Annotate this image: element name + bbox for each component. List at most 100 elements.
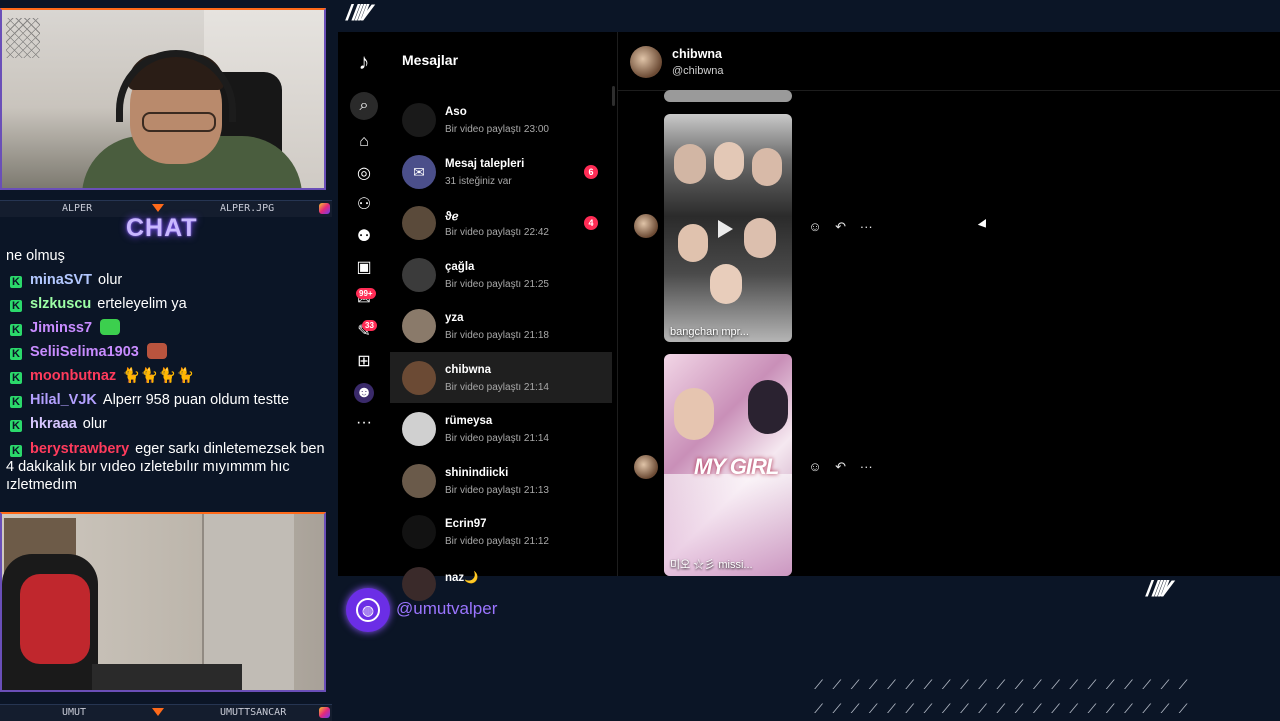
- more-icon[interactable]: ···: [354, 413, 374, 433]
- avatar[interactable]: [630, 46, 662, 78]
- chat-message: KminaSVT olur: [6, 268, 328, 292]
- conversation-preview: Bir video paylaştı 23:00: [445, 124, 549, 135]
- video-caption: bangchan mpr...: [670, 326, 749, 338]
- conversation-item[interactable]: çağla Bir video paylaştı 21:25: [390, 249, 612, 300]
- chat-message: Kberystrawbery eger sarkı dinletemezsek b…: [6, 436, 328, 494]
- more-icon[interactable]: ···: [855, 459, 877, 474]
- avatar: [402, 257, 436, 292]
- kick-badge-icon: K: [10, 372, 22, 384]
- scrollbar[interactable]: [612, 86, 615, 106]
- kick-badge-icon: K: [10, 348, 22, 360]
- thread-name[interactable]: chibwna: [672, 47, 722, 61]
- conversation-item[interactable]: shinindiicki Bir video paylaştı 21:13: [390, 455, 612, 506]
- conversation-preview: Bir video paylaştı 21:25: [445, 278, 549, 290]
- conversation-preview: Bir video paylaştı 22:42: [445, 227, 549, 238]
- more-icon[interactable]: ···: [855, 219, 877, 234]
- kick-badge-icon: K: [10, 324, 22, 336]
- conversation-item[interactable]: rümeysa Bir video paylaştı 21:14: [390, 403, 612, 454]
- conversation-item[interactable]: ϑℯ Bir video paylaştı 22:42 4: [390, 197, 612, 248]
- react-icon[interactable]: ☺: [804, 219, 826, 234]
- social-handle-text: @umutvalper: [396, 599, 498, 618]
- conversation-list: Mesajlar Aso Bir video paylaştı 23:00 ✉ Mes…: [390, 32, 612, 601]
- video-card[interactable]: bangchan mpr...: [664, 114, 792, 342]
- video-caption: 미오 ☆彡 missi...: [670, 559, 753, 571]
- search-icon[interactable]: ⌕: [350, 92, 378, 120]
- conversation-item[interactable]: chibwna Bir video paylaştı 21:14: [390, 351, 612, 403]
- instagram-icon: [319, 203, 330, 214]
- chat-username[interactable]: Jiminss7: [30, 320, 92, 336]
- conversation-name: shinindiicki: [445, 466, 509, 479]
- chat-text: 🐈🐈🐈🐈: [122, 368, 195, 384]
- tiktok-messages-window: ♪ ⌕ ⌂ ◎ ⚇ ⚉ ▣ ✉ 99+ ✎ 33 ⊞ ☻ ··· Mesajla…: [338, 32, 1280, 601]
- conversation-name: yza: [445, 312, 464, 324]
- chat-message: K Hilal_VJK Alperr 958 puan oldum testte: [6, 388, 328, 412]
- play-icon: [718, 220, 733, 238]
- video-card-partial[interactable]: [664, 90, 792, 102]
- messages-header: Mesajlar: [402, 52, 459, 68]
- thread-handle: @chibwna: [672, 65, 724, 77]
- home-icon[interactable]: ⌂: [354, 132, 374, 152]
- chat-username[interactable]: minaSVT: [30, 272, 92, 288]
- cam-bottom-name-left: UMUT: [62, 707, 87, 718]
- conversation-item[interactable]: yza Bir video paylaştı 21:18: [390, 300, 612, 351]
- unread-badge: 6: [584, 164, 598, 179]
- slash-decoration-icon: / ////⁄⁄⁄: [1146, 576, 1170, 601]
- chat-title: CHAT: [126, 214, 198, 242]
- chat-username[interactable]: berystrawbery: [30, 441, 129, 457]
- conversation-item[interactable]: Ecrin97 Bir video paylaştı 21:12: [390, 506, 612, 557]
- thread-header: chibwna @chibwna: [618, 32, 1280, 91]
- conversation-preview: Bir video paylaştı 21:12: [445, 536, 549, 547]
- avatar: [402, 206, 436, 240]
- avatar: [634, 455, 658, 479]
- chat-message: Kslzkuscu erteleyelim ya: [6, 292, 328, 316]
- kick-badge-icon: K: [10, 300, 22, 312]
- messages-badge: 33: [362, 320, 377, 331]
- conversation-preview: Bir video paylaştı 21:14: [445, 381, 549, 393]
- conversation-name: Mesaj talepleri: [445, 157, 525, 170]
- chat-username[interactable]: SeliiSelima1903: [30, 344, 139, 360]
- chat-username[interactable]: slzkuscu: [30, 296, 91, 312]
- react-icon[interactable]: ☺: [804, 459, 826, 474]
- chat-text: Alperr 958 puan oldum testte: [102, 392, 290, 408]
- streamer-webcam-top: [0, 8, 326, 190]
- conversation-item[interactable]: ✉ Mesaj talepleri 31 isteğiniz var 6: [390, 146, 612, 197]
- live-icon[interactable]: ▣: [354, 258, 374, 278]
- avatar: [634, 214, 658, 238]
- chat-text: erteleyelim ya: [97, 296, 187, 312]
- emote-icon: [100, 319, 121, 335]
- chat-username[interactable]: hkraaa: [30, 416, 77, 432]
- kick-badge-icon: K: [10, 396, 22, 408]
- dash-pattern-decoration: ⁄ ⁄ ⁄ ⁄ ⁄ ⁄ ⁄ ⁄ ⁄ ⁄ ⁄ ⁄ ⁄ ⁄ ⁄ ⁄ ⁄ ⁄ ⁄ ⁄ …: [818, 676, 1191, 692]
- video-card[interactable]: MY GIRL 미오 ☆彡 missi...: [664, 354, 792, 576]
- chat-text: ne olmuş: [6, 248, 65, 264]
- chat-username[interactable]: Hilal_VJK: [30, 392, 97, 408]
- conversation-item[interactable]: Aso Bir video paylaştı 23:00: [390, 94, 612, 145]
- kick-badge-icon: K: [10, 276, 22, 288]
- kick-badge-icon: K: [10, 445, 22, 457]
- conversation-preview: Bir video paylaştı 21:18: [445, 330, 549, 341]
- avatar: [402, 463, 436, 498]
- chat-message: K SeliiSelima1903: [6, 340, 328, 364]
- streamer-webcam-bottom: [0, 512, 326, 692]
- friends-icon[interactable]: ⚉: [354, 227, 374, 247]
- chat-text: olur: [98, 272, 123, 288]
- reply-icon[interactable]: ↶: [830, 219, 852, 235]
- reply-icon[interactable]: ↶: [830, 459, 852, 475]
- following-icon[interactable]: ⚇: [354, 195, 374, 215]
- avatar: [402, 360, 436, 395]
- dash-pattern-decoration: ⁄ ⁄ ⁄ ⁄ ⁄ ⁄ ⁄ ⁄ ⁄ ⁄ ⁄ ⁄ ⁄ ⁄ ⁄ ⁄ ⁄ ⁄ ⁄ ⁄ …: [818, 700, 1191, 716]
- avatar: [402, 412, 436, 446]
- profile-avatar-icon[interactable]: ☻: [354, 383, 374, 403]
- upload-icon[interactable]: ⊞: [354, 352, 374, 372]
- emote-icon: [146, 343, 167, 359]
- explore-icon[interactable]: ◎: [354, 164, 374, 184]
- chat-username[interactable]: moonbutnaz: [30, 368, 116, 384]
- cam-top-name-right: ALPER.JPG: [220, 203, 275, 214]
- conversation-name: naz🌙: [445, 571, 479, 584]
- conversation-name: ϑℯ: [445, 211, 459, 223]
- unread-badge: 4: [584, 216, 598, 230]
- chat-message: Khkraaa olur: [6, 412, 328, 436]
- conversation-preview: 31 isteğiniz var: [445, 175, 512, 187]
- tiktok-logo-icon[interactable]: ♪: [352, 51, 376, 76]
- globe-icon: ◍: [346, 588, 390, 632]
